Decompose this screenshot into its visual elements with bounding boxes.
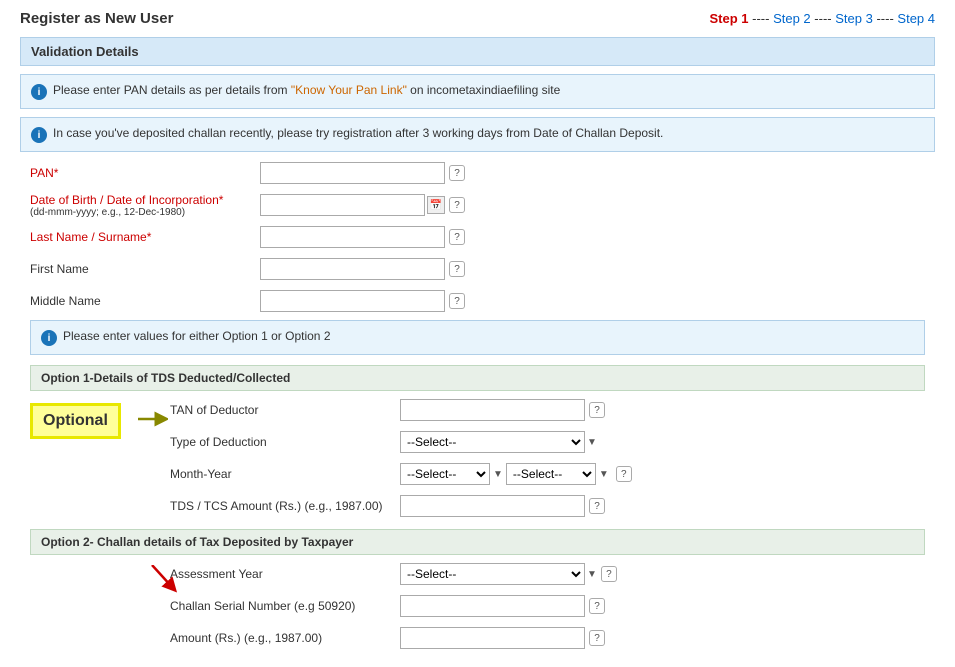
red-arrow-icon [148,565,178,595]
step-sep1: ---- [752,11,769,26]
yellow-arrow-icon [138,410,168,428]
option1-header: Option 1-Details of TDS Deducted/Collect… [30,365,925,391]
optional-area: Optional TAN of Deductor ? [30,397,925,519]
amount-input[interactable] [400,627,585,649]
info-icon-options: i [41,330,57,346]
step1-label: Step 1 [709,11,748,26]
option1-section: Option 1-Details of TDS Deducted/Collect… [30,365,925,519]
challan-serial-row: Challan Serial Number (e.g 50920) ? [30,593,925,619]
month-year-label: Month-Year [170,467,400,481]
page-title: Register as New User [20,10,173,27]
calendar-icon[interactable]: 📅 [427,196,445,214]
option2-section: Option 2- Challan details of Tax Deposit… [30,529,925,651]
select-dropdown-arrow: ▼ [587,437,597,448]
assessment-dropdown-arrow: ▼ [587,569,597,580]
tan-help-icon[interactable]: ? [589,402,605,418]
challan-serial-input[interactable] [400,595,585,617]
month-year-row: Month-Year --Select-- ▼ --Select-- ▼ ? [30,461,925,487]
type-deduction-select[interactable]: --Select-- [400,431,585,453]
dob-row: Date of Birth / Date of Incorporation* (… [30,192,925,218]
info-text-options: Please enter values for either Option 1 … [63,329,331,343]
step-sep3: ---- [876,11,893,26]
pan-input[interactable] [260,162,445,184]
amount-help-icon[interactable]: ? [589,630,605,646]
year-select[interactable]: --Select-- [506,463,596,485]
year-dropdown-arrow: ▼ [599,469,609,480]
first-name-input[interactable] [260,258,445,280]
tan-input[interactable] [400,399,585,421]
info-box-options: i Please enter values for either Option … [30,320,925,355]
first-name-row: First Name ? [30,256,925,282]
tds-amount-help-icon[interactable]: ? [589,498,605,514]
middle-name-help-icon[interactable]: ? [449,293,465,309]
dob-help-icon[interactable]: ? [449,197,465,213]
step4-label: Step 4 [897,11,935,26]
header-row: Register as New User Step 1 ---- Step 2 … [20,10,935,27]
challan-serial-help-icon[interactable]: ? [589,598,605,614]
last-name-row: Last Name / Surname* ? [30,224,925,250]
info-icon-2: i [31,127,47,143]
option2-header: Option 2- Challan details of Tax Deposit… [30,529,925,555]
dob-input[interactable] [260,194,425,216]
first-name-help-icon[interactable]: ? [449,261,465,277]
first-name-label: First Name [30,262,260,276]
tds-amount-label: TDS / TCS Amount (Rs.) (e.g., 1987.00) [170,499,400,513]
dob-label: Date of Birth / Date of Incorporation* (… [30,193,260,218]
pan-row: PAN* ? [30,160,925,186]
info-text-2: In case you've deposited challan recentl… [53,126,663,140]
form-area: PAN* ? Date of Birth / Date of Incorpora… [20,160,935,651]
tds-amount-row: TDS / TCS Amount (Rs.) (e.g., 1987.00) ? [30,493,925,519]
optional-badge: Optional [30,403,121,439]
middle-name-row: Middle Name ? [30,288,925,314]
middle-name-label: Middle Name [30,294,260,308]
step3-label: Step 3 [835,11,873,26]
tds-amount-input[interactable] [400,495,585,517]
last-name-input[interactable] [260,226,445,248]
month-dropdown-arrow: ▼ [493,469,503,480]
type-deduction-row: Type of Deduction --Select-- ▼ [30,429,925,455]
step-sep2: ---- [814,11,831,26]
assessment-year-help-icon[interactable]: ? [601,566,617,582]
pan-help-icon[interactable]: ? [449,165,465,181]
validation-details-header: Validation Details [20,37,935,66]
info-box-2: i In case you've deposited challan recen… [20,117,935,152]
assessment-year-select[interactable]: --Select-- 2023-24 2022-23 [400,563,585,585]
know-your-pan-link[interactable]: "Know Your Pan Link" [291,83,407,97]
step2-label: Step 2 [773,11,811,26]
tan-label: TAN of Deductor [170,403,400,417]
type-deduction-label: Type of Deduction [170,435,400,449]
assessment-year-label: Assessment Year [170,567,400,581]
amount-label: Amount (Rs.) (e.g., 1987.00) [170,631,400,645]
page-container: Register as New User Step 1 ---- Step 2 … [0,0,955,667]
steps-nav: Step 1 ---- Step 2 ---- Step 3 ---- Step… [709,11,935,26]
month-year-help-icon[interactable]: ? [616,466,632,482]
pan-label: PAN* [30,166,260,180]
last-name-help-icon[interactable]: ? [449,229,465,245]
info-box-1: i Please enter PAN details as per detail… [20,74,935,109]
month-select[interactable]: --Select-- [400,463,490,485]
info-text-1: Please enter PAN details as per details … [53,83,560,97]
last-name-label: Last Name / Surname* [30,230,260,244]
info-icon-1: i [31,84,47,100]
middle-name-input[interactable] [260,290,445,312]
month-year-inputs: --Select-- ▼ --Select-- ▼ ? [400,463,632,485]
amount-row: Amount (Rs.) (e.g., 1987.00) ? [30,625,925,651]
challan-serial-label: Challan Serial Number (e.g 50920) [170,599,400,613]
